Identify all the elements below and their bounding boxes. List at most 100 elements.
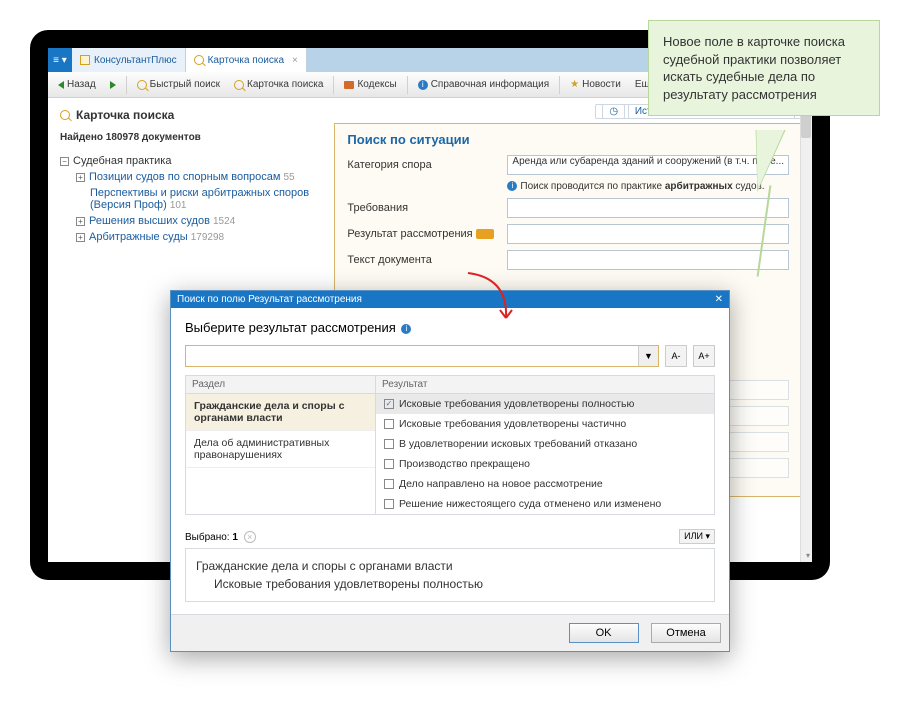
system-menu-button[interactable]: ≡ ▾	[48, 48, 72, 72]
logic-selector[interactable]: ИЛИ ▾	[679, 529, 715, 544]
ok-button[interactable]: OK	[569, 623, 639, 643]
found-count: Найдено 180978 документов	[60, 132, 312, 143]
tree-item-count: 1524	[213, 216, 235, 227]
section-header: Раздел	[186, 376, 375, 394]
back-button[interactable]: Назад	[52, 75, 102, 95]
expand-icon[interactable]: +	[76, 217, 85, 226]
search-icon	[60, 110, 70, 120]
result-item-label: Производство прекращено	[399, 458, 530, 470]
tab-home[interactable]: КонсультантПлюс	[72, 48, 186, 72]
tab-search-label: Карточка поиска	[208, 55, 284, 66]
dialog-close-button[interactable]: ✕	[715, 294, 723, 305]
card-search-button[interactable]: Карточка поиска	[228, 75, 329, 95]
result-header: Результат	[376, 376, 714, 394]
field-row-result: Результат рассмотрения	[347, 224, 789, 244]
section-item[interactable]: Гражданские дела и споры с органами влас…	[186, 394, 375, 431]
toolbar-separator	[559, 76, 560, 94]
selection-box: Гражданские дела и споры с органами влас…	[185, 548, 715, 602]
tab-card-search[interactable]: Карточка поиска ×	[186, 48, 307, 72]
scrollbar[interactable]: ▾	[800, 98, 812, 562]
clear-selection-button[interactable]: ×	[244, 531, 256, 543]
scroll-down-icon[interactable]: ▾	[806, 551, 810, 560]
tab-home-label: КонсультантПлюс	[94, 55, 177, 66]
result-column: Результат ✓ Исковые требования удовлетво…	[376, 376, 714, 514]
tree-item[interactable]: + Позиции судов по спорным вопросам 55	[76, 171, 312, 183]
tree-item-label: Арбитражные суды	[89, 231, 188, 243]
dialog-body: Выберите результат рассмотрения i ▼ A- A…	[171, 308, 729, 614]
quick-search-button[interactable]: Быстрый поиск	[131, 75, 226, 95]
info-icon: i	[418, 80, 428, 90]
forward-button[interactable]	[104, 75, 122, 95]
tree-root: − Судебная практика + Позиции судов по с…	[60, 155, 312, 243]
font-smaller-button[interactable]: A-	[665, 345, 687, 367]
checkbox-icon[interactable]: ✓	[384, 399, 394, 409]
section-item[interactable]: Дела об административных правонарушениях	[186, 431, 375, 468]
result-item[interactable]: Решение нижестоящего суда отменено или и…	[376, 494, 714, 514]
arrow-right-icon	[110, 81, 116, 89]
news-label: Новости	[582, 79, 621, 90]
result-item[interactable]: Дело направлено на новое рассмотрение	[376, 474, 714, 494]
cancel-button[interactable]: Отмена	[651, 623, 721, 643]
tree-children: + Позиции судов по спорным вопросам 55 П…	[76, 171, 312, 243]
selected-label: Выбрано:	[185, 532, 230, 543]
news-button[interactable]: ★ Новости	[564, 75, 627, 95]
text-input[interactable]	[507, 250, 789, 270]
field-row-text: Текст документа	[347, 250, 789, 270]
back-label: Назад	[67, 79, 96, 90]
filter-combo-input[interactable]	[186, 346, 638, 366]
logic-label: ИЛИ	[684, 531, 703, 541]
selected-count: 1	[232, 532, 238, 543]
result-item[interactable]: Исковые требования удовлетворены частичн…	[376, 414, 714, 434]
callout-text: Новое поле в карточке поиска судебной пр…	[663, 34, 845, 102]
toolbar-separator	[333, 76, 334, 94]
checkbox-icon[interactable]	[384, 499, 394, 509]
codex-button[interactable]: Кодексы	[338, 75, 402, 95]
selection-line1: Гражданские дела и споры с органами влас…	[196, 557, 704, 575]
close-icon[interactable]: ×	[292, 55, 298, 66]
expand-icon[interactable]: +	[76, 173, 85, 182]
page-title-text: Карточка поиска	[76, 108, 174, 122]
tree-item-count: 179298	[191, 232, 224, 243]
results-grid: Раздел Гражданские дела и споры с органа…	[185, 375, 715, 515]
result-item[interactable]: Производство прекращено	[376, 454, 714, 474]
claims-input[interactable]	[507, 198, 789, 218]
checkbox-icon[interactable]	[384, 419, 394, 429]
checkbox-icon[interactable]	[384, 439, 394, 449]
dropdown-button[interactable]: ▼	[638, 346, 658, 366]
result-item[interactable]: ✓ Исковые требования удовлетворены полно…	[376, 394, 714, 414]
collapse-icon[interactable]: −	[60, 157, 69, 166]
checkbox-icon[interactable]	[384, 459, 394, 469]
info-icon[interactable]: i	[401, 324, 411, 334]
result-item-label: Исковые требования удовлетворены частичн…	[399, 418, 626, 430]
codex-label: Кодексы	[357, 79, 396, 90]
ref-info-button[interactable]: i Справочная информация	[412, 75, 555, 95]
result-item-label: Дело направлено на новое рассмотрение	[399, 478, 603, 490]
toolbar-separator	[407, 76, 408, 94]
search-icon	[234, 80, 244, 90]
filter-combo[interactable]: ▼	[185, 345, 659, 367]
new-badge-icon	[476, 229, 494, 239]
result-input[interactable]	[507, 224, 789, 244]
search-icon	[137, 80, 147, 90]
selected-label-wrap: Выбрано: 1 ×	[185, 531, 256, 543]
field-label-category: Категория спора	[347, 159, 497, 171]
info-icon: i	[507, 181, 517, 191]
result-item-label: Решение нижестоящего суда отменено или и…	[399, 498, 661, 510]
toolbar-separator	[126, 76, 127, 94]
expand-icon[interactable]: +	[76, 233, 85, 242]
page-title: Карточка поиска	[60, 108, 312, 122]
tree-item-count: 55	[284, 172, 295, 183]
result-item[interactable]: В удовлетворении исковых требований отка…	[376, 434, 714, 454]
tree-item-count: 101	[170, 200, 187, 211]
section-column: Раздел Гражданские дела и споры с органа…	[186, 376, 376, 514]
checkbox-icon[interactable]	[384, 479, 394, 489]
tree-item[interactable]: + Решения высших судов 1524	[76, 215, 312, 227]
tree-item[interactable]: + Арбитражные суды 179298	[76, 231, 312, 243]
tree-item-label: Перспективы и риски арбитражных споров (…	[90, 187, 309, 211]
tree-item[interactable]: Перспективы и риски арбитражных споров (…	[90, 187, 312, 211]
result-dialog: Поиск по полю Результат рассмотрения ✕ В…	[170, 290, 730, 652]
font-larger-button[interactable]: A+	[693, 345, 715, 367]
dialog-titlebar: Поиск по полю Результат рассмотрения ✕	[171, 291, 729, 308]
tree-root-item[interactable]: − Судебная практика	[60, 155, 312, 167]
selection-line2: Исковые требования удовлетворены полност…	[196, 575, 704, 593]
